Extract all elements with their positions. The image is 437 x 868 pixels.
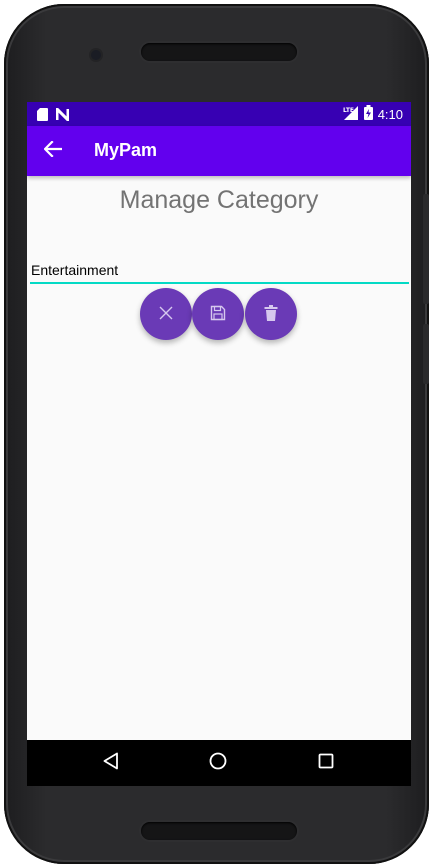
clock: 4:10: [377, 106, 403, 122]
nav-home-button[interactable]: [188, 740, 248, 786]
floppy-disk-icon: [210, 305, 226, 324]
system-nav-bar: [27, 740, 411, 786]
lte-signal-icon: LTE: [343, 105, 359, 123]
nav-back-button[interactable]: [81, 740, 141, 786]
recents-square-icon: [318, 753, 334, 773]
arrow-left-icon: [43, 140, 63, 161]
cancel-button[interactable]: [140, 288, 192, 340]
home-circle-icon: [209, 752, 227, 774]
bottom-speaker: [141, 822, 297, 840]
front-camera: [91, 50, 101, 60]
screen: LTE 4:10 MyPam Manage Category: [27, 102, 411, 786]
nav-recents-button[interactable]: [296, 740, 356, 786]
save-button[interactable]: [192, 288, 244, 340]
battery-charging-icon: [363, 105, 373, 123]
svg-text:LTE: LTE: [343, 107, 354, 114]
close-icon: [159, 306, 173, 323]
top-speaker: [141, 43, 297, 61]
delete-button[interactable]: [245, 288, 297, 340]
sd-card-icon: [37, 106, 48, 125]
n-icon: [55, 105, 70, 125]
status-bar: LTE 4:10: [27, 102, 411, 126]
back-button[interactable]: [39, 138, 67, 164]
back-triangle-icon: [103, 752, 119, 774]
app-bar: MyPam: [27, 126, 411, 176]
power-button: [423, 324, 429, 384]
trash-icon: [264, 304, 278, 324]
category-name-input[interactable]: [30, 258, 409, 284]
app-title: MyPam: [94, 140, 158, 160]
page-title: Manage Category: [119, 186, 319, 214]
volume-button: [423, 194, 429, 304]
